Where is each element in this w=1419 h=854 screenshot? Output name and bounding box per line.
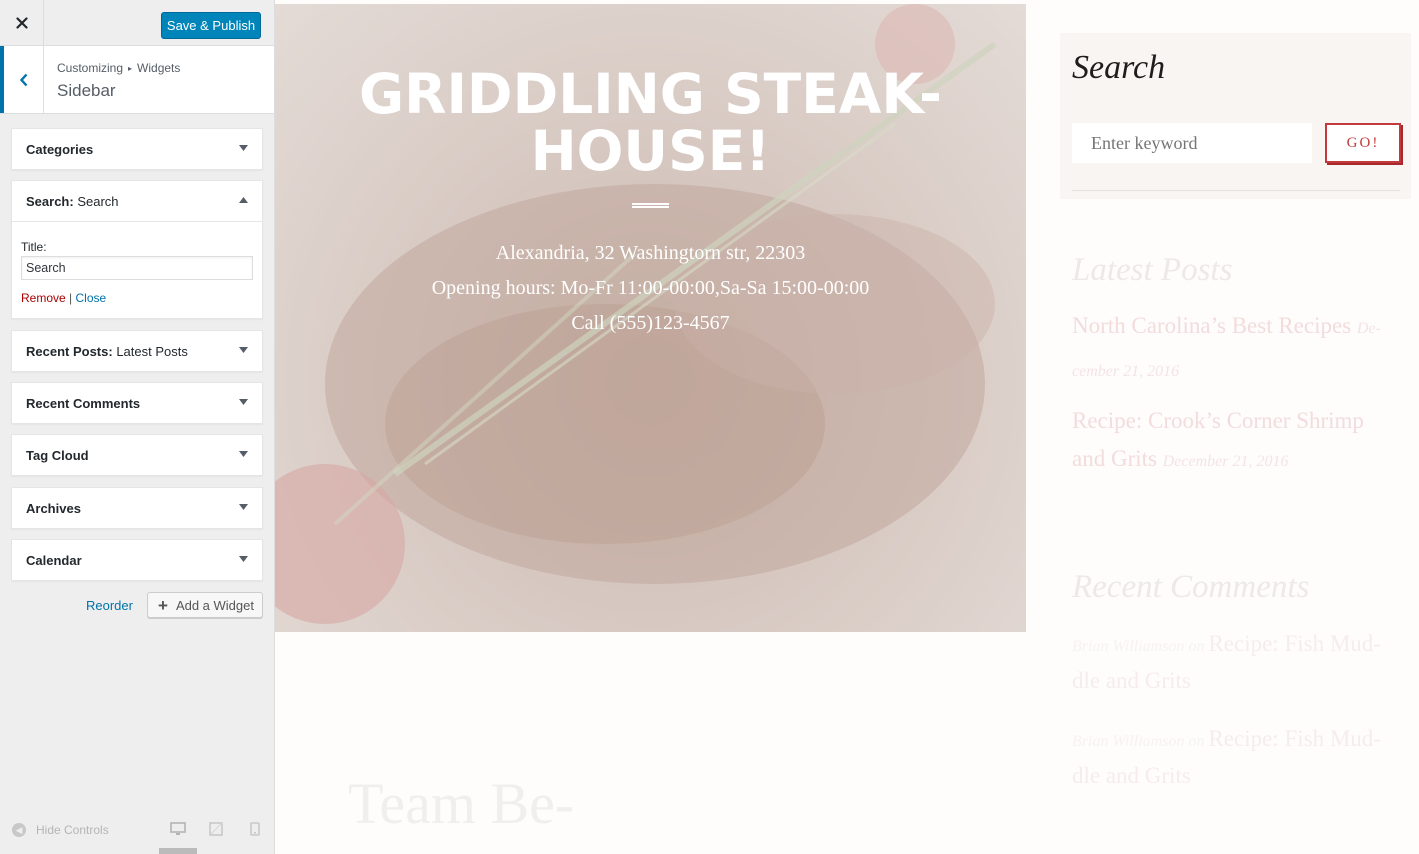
desktop-preview-icon[interactable] xyxy=(170,822,186,836)
widget-search-form: Title: Remove | Close xyxy=(12,221,262,318)
comment-item: Brian Williamson on Recipe: Fish Mud- xyxy=(1072,726,1381,752)
arrow-down-icon[interactable] xyxy=(239,504,248,510)
comment-author[interactable]: Brian Williamson xyxy=(1072,638,1184,655)
active-device-indicator xyxy=(159,848,197,854)
plus-icon: + xyxy=(158,595,168,615)
post-link[interactable]: Recipe: Crook’s Corner Shrimp xyxy=(1072,408,1364,434)
widget-recent-comments[interactable]: Recent Comments xyxy=(11,382,263,424)
widget-categories[interactable]: Categories xyxy=(11,128,263,170)
mobile-preview-icon[interactable] xyxy=(250,822,260,836)
comment-post-link[interactable]: Recipe: Fish Mud- xyxy=(1208,631,1381,656)
hero-banner: GRIDDLING STEAK-HOUSE! Alexandria, 32 Wa… xyxy=(275,4,1026,632)
hide-controls-label: Hide Controls xyxy=(36,823,109,837)
widget-title: Categories xyxy=(26,142,94,157)
search-widget-title: Search xyxy=(1072,49,1166,86)
comment-post-link[interactable]: dle and Grits xyxy=(1072,668,1191,693)
breadcrumb-separator-icon: ▸ xyxy=(128,64,133,73)
add-widget-button[interactable]: + Add a Widget xyxy=(147,592,263,618)
customizer-sidebar: Save & Publish Customizing ▸ Widgets Sideb… xyxy=(0,0,275,854)
remove-link[interactable]: Remove xyxy=(21,291,66,305)
recent-comments-title: Recent Comments xyxy=(1072,569,1310,605)
comment-post-link[interactable]: dle and Grits xyxy=(1072,763,1191,788)
widget-title-input[interactable] xyxy=(21,256,253,280)
widget-recent-posts[interactable]: Recent Posts: Latest Posts xyxy=(11,330,263,372)
site-preview: GRIDDLING STEAK-HOUSE! Alexandria, 32 Wa… xyxy=(275,0,1419,854)
reorder-link[interactable]: Reorder xyxy=(86,598,133,613)
title-label: Title: xyxy=(21,240,47,254)
widget-subtitle: Search xyxy=(77,194,119,209)
customizer-header: Save & Publish xyxy=(0,0,274,46)
arrow-up-icon[interactable] xyxy=(239,197,248,203)
widget-title: Recent Posts xyxy=(26,344,109,359)
post-title[interactable]: North Carolina’s Best Recipes xyxy=(1072,313,1351,338)
latest-posts-title: Latest Posts xyxy=(1072,252,1233,288)
hero-phone: Call (555)123-4567 xyxy=(571,312,730,334)
arrow-down-icon[interactable] xyxy=(239,399,248,405)
search-input[interactable] xyxy=(1072,123,1312,163)
save-publish-button[interactable]: Save & Publish xyxy=(161,12,261,39)
breadcrumb-current: Widgets xyxy=(137,61,181,75)
tablet-preview-icon[interactable] xyxy=(209,822,223,836)
arrow-down-icon[interactable] xyxy=(239,347,248,353)
close-link[interactable]: Close xyxy=(76,291,107,305)
hero-title: GRIDDLING STEAK-HOUSE! xyxy=(358,62,943,183)
post-date: cember 21, 2016 xyxy=(1072,363,1180,380)
add-widget-label: Add a Widget xyxy=(175,597,254,613)
comment-item: Brian Williamson on Recipe: Fish Mud- xyxy=(1072,631,1381,657)
close-icon xyxy=(15,16,28,29)
customizer-footer: ◀ Hide Controls xyxy=(0,816,274,854)
post-date: De- xyxy=(1356,320,1381,337)
widget-archives[interactable]: Archives xyxy=(11,487,263,529)
comment-author[interactable]: Brian Williamson xyxy=(1072,733,1184,750)
comment-post-link[interactable]: Recipe: Fish Mud- xyxy=(1208,726,1381,751)
breadcrumb-root: Customizing xyxy=(57,61,124,75)
search-go-button[interactable]: GO! xyxy=(1325,123,1401,163)
comment-on: on xyxy=(1188,733,1205,750)
arrow-down-icon[interactable] xyxy=(239,145,248,151)
link-separator: | xyxy=(69,291,73,305)
hide-controls-button[interactable]: ◀ Hide Controls xyxy=(12,823,109,837)
hero-address: Alexandria, 32 Washingtorn str, 22303 xyxy=(495,242,806,264)
widget-title: Archives xyxy=(26,501,81,516)
post-title-continued[interactable]: and Grits xyxy=(1072,446,1157,471)
widget-title: Calendar xyxy=(26,553,82,568)
post-link[interactable]: North Carolina’s Best Recipes De- xyxy=(1072,313,1381,339)
widget-subtitle: Latest Posts xyxy=(116,344,188,359)
preview-search-widget: Search GO! xyxy=(1060,33,1411,199)
hero-divider xyxy=(632,203,669,208)
widget-title: Search xyxy=(26,194,70,209)
collapse-icon: ◀ xyxy=(12,823,26,837)
divider xyxy=(1072,190,1400,191)
breadcrumb: Customizing ▸ Widgets xyxy=(57,61,180,75)
widget-calendar[interactable]: Calendar xyxy=(11,539,263,581)
widget-title: Recent Comments xyxy=(26,396,141,411)
arrow-down-icon[interactable] xyxy=(239,556,248,562)
post-date: December 21, 2016 xyxy=(1162,453,1289,470)
widget-search[interactable]: Search: Search Title: Remove | Close xyxy=(11,180,263,319)
comment-on: on xyxy=(1188,638,1205,655)
hero-hours: Opening hours: Mo-Fr 11:00-00:00,Sa-Sa 1… xyxy=(431,277,870,299)
chevron-left-icon xyxy=(19,73,27,86)
arrow-down-icon[interactable] xyxy=(239,451,248,457)
section-title: Sidebar xyxy=(57,81,116,100)
back-button[interactable] xyxy=(0,46,44,113)
widget-title: Tag Cloud xyxy=(26,448,89,463)
team-heading: Team Be- xyxy=(348,771,575,836)
section-header: Customizing ▸ Widgets Sidebar xyxy=(0,46,274,114)
widget-tag-cloud[interactable]: Tag Cloud xyxy=(11,434,263,476)
close-customizer-button[interactable] xyxy=(0,0,44,45)
